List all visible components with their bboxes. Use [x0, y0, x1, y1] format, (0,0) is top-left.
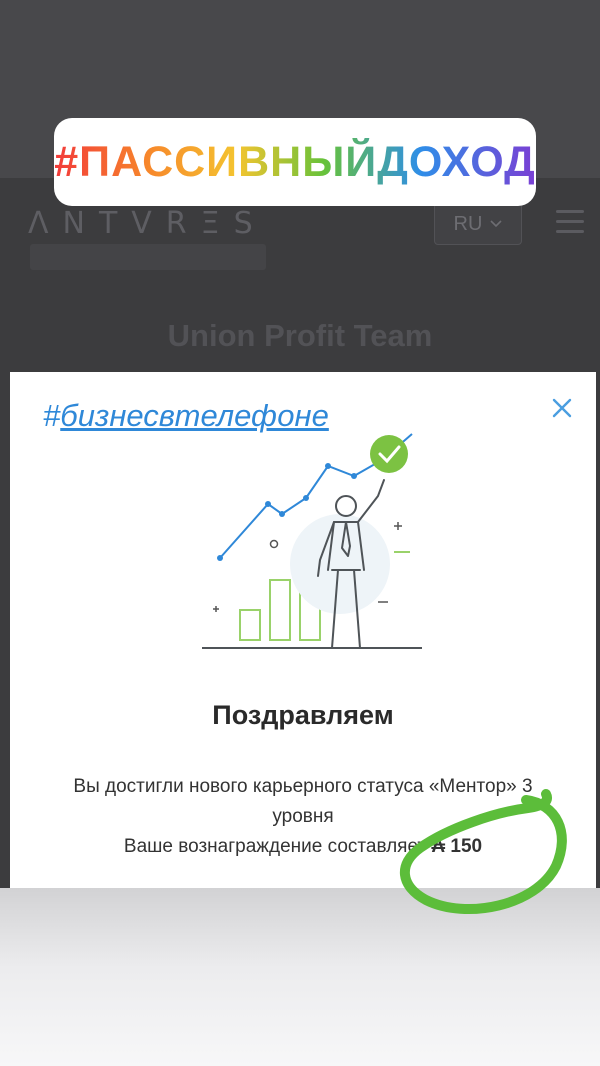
reward-amount: 150 — [450, 836, 483, 857]
reward-label: Ваше вознаграждение составляет — [123, 836, 427, 857]
modal-description: Вы достигли нового карьерного статуса «М… — [30, 772, 576, 862]
hashtag-symbol: # — [43, 398, 61, 433]
chevron-down-icon — [490, 220, 503, 228]
language-selector[interactable]: RU — [434, 203, 522, 245]
reward-line: Ваше вознаграждение составляет ₳ 150 — [30, 832, 576, 862]
modal-hashtag-link[interactable]: #бизнесвтелефоне — [43, 398, 329, 434]
hashtag-sticker: #ПАССИВНЫЙДОХОД — [54, 118, 536, 206]
antares-logo: ΛNTVRΞS — [28, 206, 267, 241]
page-title: Union Profit Team — [167, 318, 433, 353]
hashtag-text: бизнесвтелефоне — [60, 398, 329, 433]
success-illustration — [202, 433, 422, 649]
message-line-1: Вы достигли нового карьерного статуса «М… — [73, 776, 533, 797]
language-label: RU — [453, 212, 483, 235]
message-line-2: уровня — [272, 806, 334, 827]
congrats-modal: #бизнесвтелефоне Поздравляем Вы достигли… — [10, 372, 596, 888]
modal-title: Поздравляем — [212, 700, 394, 730]
story-bottom-area — [0, 888, 600, 1066]
hamburger-menu-icon[interactable] — [556, 210, 584, 234]
hashtag-sticker-text: #ПАССИВНЫЙДОХОД — [54, 137, 536, 186]
reward-currency-symbol: ₳ — [431, 836, 446, 857]
logo-underline-bar — [30, 244, 266, 270]
close-icon[interactable] — [550, 396, 574, 420]
